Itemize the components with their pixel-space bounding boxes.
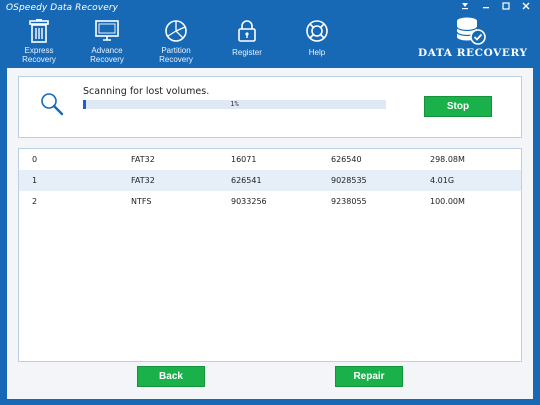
table-row[interactable]: 2 NTFS 9033256 9238055 100.00M [19,191,521,212]
volume-size: 4.01G [430,176,455,185]
help-button[interactable]: Help [286,16,348,66]
table-row[interactable]: 1 FAT32 626541 9028535 4.01G [19,170,521,191]
monitor-icon [95,20,119,41]
volume-index: 0 [32,155,38,164]
stop-button[interactable]: Stop [424,96,492,117]
volume-filesystem: FAT32 [131,176,155,185]
volume-index: 2 [32,197,38,206]
app-title: OSpeedy Data Recovery [6,3,119,13]
scan-status-panel: Scanning for lost volumes. 1% Stop [18,76,522,138]
back-button[interactable]: Back [137,366,205,387]
help-label: Help [308,48,326,57]
lock-icon [238,20,256,42]
close-icon[interactable] [518,1,534,15]
volume-end-sector: 626540 [331,155,362,164]
trash-bin-icon [29,19,49,43]
content-area: Scanning for lost volumes. 1% Stop 0 FAT… [7,68,533,399]
database-check-icon [456,17,486,45]
volume-size: 298.08M [430,155,465,164]
register-button[interactable]: Register [216,16,278,66]
advance-recovery-label: Advance Recovery [90,46,124,64]
partition-recovery-label: Partition Recovery [159,46,193,64]
advance-recovery-button[interactable]: Advance Recovery [76,16,138,66]
magnifier-icon [41,93,64,116]
scan-progress-text: 1% [230,100,239,108]
volume-end-sector: 9238055 [331,197,367,206]
express-recovery-label: Express Recovery [22,46,56,64]
pie-chart-icon [165,20,187,42]
volume-index: 1 [32,176,38,185]
scan-progress-bar: 1% [83,100,386,109]
repair-button[interactable]: Repair [335,366,403,387]
brand-logo: DATA RECOVERY [414,17,534,66]
partition-recovery-button[interactable]: Partition Recovery [145,16,207,66]
scan-status-text: Scanning for lost volumes. [83,86,210,97]
table-row[interactable]: 0 FAT32 16071 626540 298.08M [19,149,521,170]
express-recovery-button[interactable]: Express Recovery [8,16,70,66]
volume-size: 100.00M [430,197,465,206]
volume-filesystem: NTFS [131,197,152,206]
register-label: Register [232,48,262,57]
minimize-icon[interactable] [478,1,494,15]
volume-start-sector: 16071 [231,155,257,164]
menu-icon[interactable] [457,1,473,15]
volume-start-sector: 9033256 [231,197,267,206]
volume-list: 0 FAT32 16071 626540 298.08M 1 FAT32 626… [18,148,522,362]
volume-end-sector: 9028535 [331,176,367,185]
volume-start-sector: 626541 [231,176,262,185]
volume-filesystem: FAT32 [131,155,155,164]
lifebuoy-icon [306,20,328,42]
brand-text: DATA RECOVERY [418,47,528,59]
maximize-icon[interactable] [498,1,514,15]
